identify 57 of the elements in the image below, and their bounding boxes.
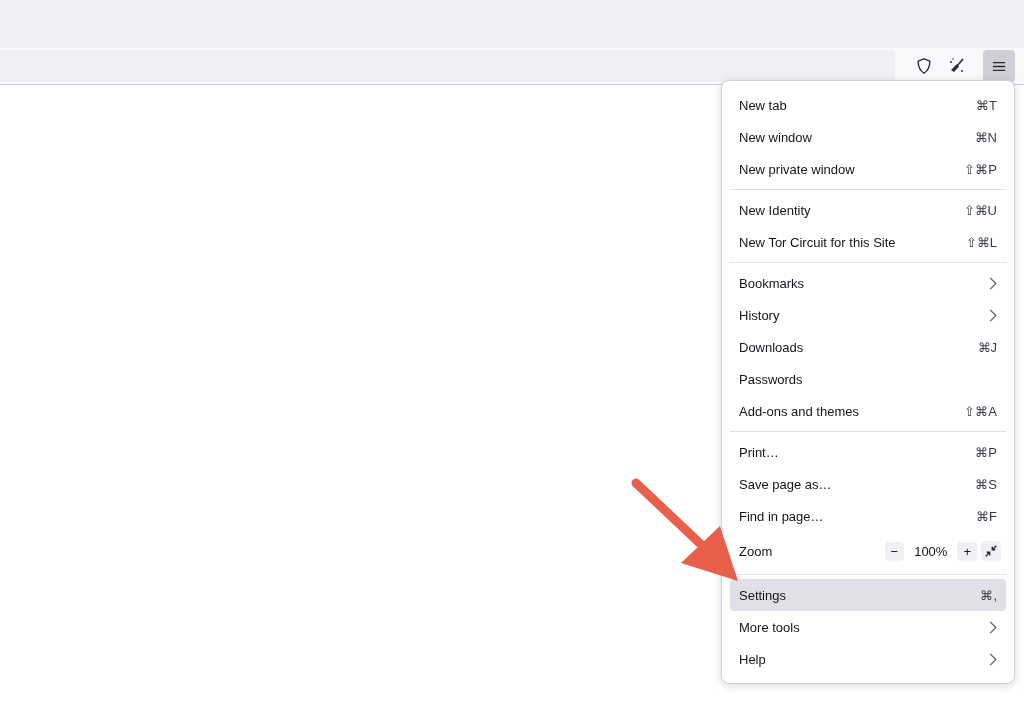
menu-item[interactable]: New Identity ⇧⌘U (730, 194, 1006, 226)
zoom-reset-button[interactable]: 100% (908, 541, 954, 561)
menu-item[interactable]: New Tor Circuit for this Site ⇧⌘L (730, 226, 1006, 258)
menu-item[interactable]: Settings ⌘, (730, 579, 1006, 611)
menu-item-label: Zoom (739, 543, 773, 559)
shortcut-text: ⇧⌘L (965, 234, 997, 250)
menu-item[interactable]: New tab ⌘T (730, 89, 1006, 121)
menu-item[interactable]: Downloads ⌘J (730, 331, 1006, 363)
menu-item-label: New private window (739, 161, 855, 177)
shortcut-text: ⌘, (980, 587, 997, 603)
menu-item[interactable]: Passwords (730, 363, 1006, 395)
zoom-out-button[interactable]: − (884, 541, 905, 561)
menu-item[interactable]: Save page as… ⌘S (730, 468, 1006, 500)
chevron-right-icon (989, 620, 997, 634)
shortcut-text: ⌘N (974, 129, 997, 145)
menu-item[interactable]: History (730, 299, 1006, 331)
menu-item-label: Bookmarks (739, 275, 805, 291)
shortcut-text: ⌘T (976, 97, 997, 113)
shortcut-text: ⌘J (977, 339, 997, 355)
menu-item[interactable]: Add-ons and themes ⇧⌘A (730, 395, 1006, 427)
zoom-in-button[interactable]: + (957, 541, 977, 561)
chevron-right-icon (989, 308, 997, 322)
menu-item[interactable]: Bookmarks (730, 267, 1006, 299)
menu-item[interactable]: More tools (730, 611, 1006, 643)
chevron-right-icon (989, 276, 997, 290)
shield-icon[interactable] (915, 57, 933, 75)
menu-item[interactable]: Print… ⌘P (730, 436, 1006, 468)
fullscreen-button[interactable] (981, 541, 1001, 561)
menu-item[interactable]: Help (730, 643, 1006, 675)
menu-item[interactable]: New private window ⇧⌘P (730, 153, 1006, 185)
menu-item[interactable]: Find in page… ⌘F (730, 500, 1006, 532)
shortcut-text: ⌘F (976, 508, 997, 524)
menu-item-label: Downloads (739, 339, 804, 355)
menu-item-label: Help (739, 651, 766, 667)
menu-item-label: History (739, 307, 780, 323)
menu-item-label: Add-ons and themes (739, 403, 859, 419)
chevron-right-icon (989, 652, 997, 666)
menu-item-label: New Identity (739, 202, 811, 218)
shortcut-text: ⌘P (975, 444, 997, 460)
menu-item-label: Passwords (739, 371, 803, 387)
menu-button[interactable] (983, 50, 1015, 82)
menu-item-label: Settings (739, 587, 786, 603)
menu-item-label: New tab (739, 97, 787, 113)
menu-item-label: New Tor Circuit for this Site (739, 234, 896, 250)
shortcut-text: ⇧⌘U (963, 202, 997, 218)
menu-item-label: New window (739, 129, 812, 145)
menu-item-label: Find in page… (739, 508, 824, 524)
arrows-icon (984, 544, 998, 558)
menu-item[interactable]: New window ⌘N (730, 121, 1006, 153)
menu-item-label: Save page as… (739, 476, 832, 492)
shortcut-text: ⇧⌘P (964, 161, 997, 177)
menu-item-label: Print… (739, 444, 779, 460)
address-field[interactable] (0, 50, 895, 82)
menu-item-label: More tools (739, 619, 800, 635)
menu-icon (992, 60, 1006, 72)
shortcut-text: ⇧⌘A (964, 403, 997, 419)
shortcut-text: ⌘S (975, 476, 997, 492)
